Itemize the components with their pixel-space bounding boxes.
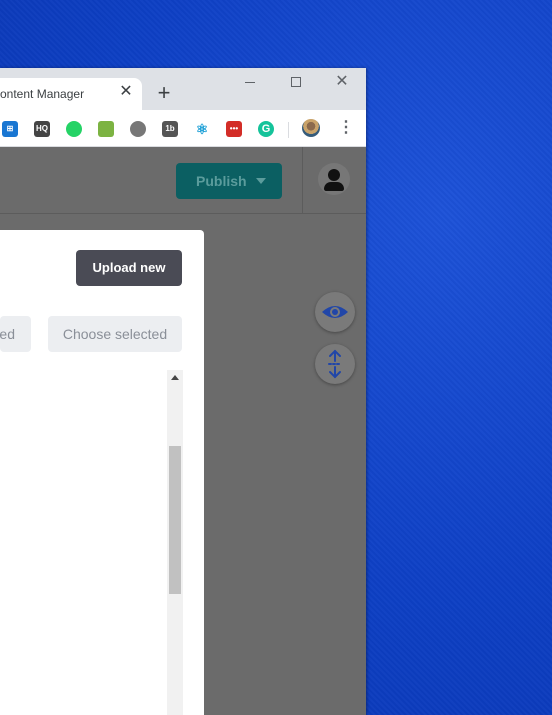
editor-area: Upload new ed Choose selected — [0, 214, 366, 715]
upload-new-button[interactable]: Upload new — [76, 250, 182, 286]
user-avatar[interactable] — [318, 163, 350, 195]
publish-button[interactable]: Publish — [176, 163, 282, 199]
whatsapp-icon[interactable] — [66, 121, 82, 137]
minimize-icon[interactable] — [240, 74, 260, 90]
choose-selected-button[interactable]: Choose selected — [48, 316, 182, 352]
media-library-modal: Upload new ed Choose selected — [0, 230, 204, 715]
publish-label: Publish — [196, 173, 247, 189]
window-close-icon[interactable]: ✕ — [332, 74, 352, 90]
toolbar-separator — [288, 122, 289, 138]
tab-title: ontent Manager — [0, 87, 85, 101]
browser-menu-icon[interactable]: ⋮ — [338, 120, 354, 136]
header-divider — [302, 147, 303, 213]
lastpass-icon[interactable]: ••• — [226, 121, 242, 137]
move-vertical-icon — [328, 349, 342, 379]
checkmail-icon[interactable] — [98, 121, 114, 137]
eye-icon — [322, 306, 348, 318]
cloudhq-icon[interactable]: HQ — [34, 121, 50, 137]
scroll-up-icon[interactable] — [171, 375, 179, 380]
user-icon-body — [324, 182, 344, 191]
1b-icon[interactable]: 1b — [162, 121, 178, 137]
maximize-icon[interactable] — [286, 74, 306, 90]
user-icon-head — [328, 169, 340, 181]
extension-1-icon[interactable]: ⊞ — [2, 121, 18, 137]
browser-toolbar: ⊞ HQ 1b ⚛ ••• G ⋮ — [0, 110, 366, 147]
scrollbar-thumb[interactable] — [169, 446, 181, 594]
selected-button-label: ed — [0, 326, 15, 342]
profile-avatar[interactable] — [302, 119, 320, 137]
react-icon[interactable]: ⚛ — [194, 121, 210, 137]
tab-strip: ontent Manager ✕ + ✕ — [0, 68, 366, 110]
move-button[interactable] — [315, 344, 355, 384]
chevron-down-icon[interactable] — [256, 178, 266, 184]
tab-close-icon[interactable]: ✕ — [118, 83, 134, 101]
link-icon[interactable] — [130, 121, 146, 137]
selected-button[interactable]: ed — [0, 316, 31, 352]
app-header: Publish — [0, 147, 366, 214]
tab-content-manager[interactable]: ontent Manager ✕ — [0, 78, 142, 110]
scrollbar[interactable] — [167, 370, 183, 715]
preview-button[interactable] — [315, 292, 355, 332]
grammarly-icon[interactable]: G — [258, 121, 274, 137]
browser-window: ontent Manager ✕ + ✕ ⊞ HQ 1b ⚛ ••• G ⋮ P… — [0, 68, 366, 715]
new-tab-icon[interactable]: + — [154, 82, 174, 104]
